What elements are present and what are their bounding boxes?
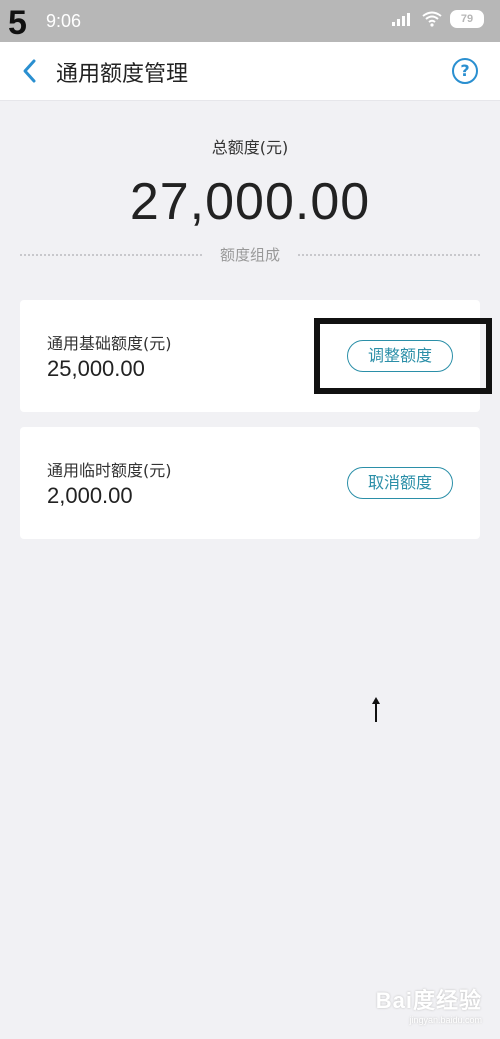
- app-header: 通用额度管理 ?: [0, 42, 500, 101]
- watermark-subtext: jingyan.baidu.com: [409, 1015, 482, 1025]
- watermark-text: Bai度经验: [375, 988, 482, 1013]
- pointer-arrow-icon: [372, 697, 380, 722]
- wifi-icon: [422, 11, 442, 27]
- status-time: 9:06: [46, 11, 82, 31]
- base-quota-label: 通用基础额度(元): [47, 334, 172, 353]
- divider-line-right: [298, 254, 480, 256]
- base-quota-value: 25,000.00: [47, 356, 145, 381]
- cancel-quota-button[interactable]: 取消额度: [347, 467, 453, 499]
- step-number-label: 5: [8, 4, 27, 42]
- help-circle-icon[interactable]: ?: [452, 58, 478, 84]
- total-quota-label: 总额度(元): [211, 138, 289, 157]
- baidu-watermark: Bai度经验 jingyan.baidu.com: [376, 983, 482, 1025]
- back-chevron-icon[interactable]: [18, 56, 42, 86]
- system-icons: 79: [392, 10, 484, 28]
- status-bar: 5 9:06 79: [0, 0, 500, 42]
- section-divider: 额度组成: [20, 244, 480, 264]
- battery-icon: 79: [450, 10, 484, 28]
- signal-icon: [392, 13, 410, 26]
- page-title: 通用额度管理: [56, 62, 189, 87]
- temporary-quota-value: 2,000.00: [47, 483, 133, 508]
- temporary-quota-label: 通用临时额度(元): [47, 461, 172, 480]
- temporary-quota-card: 通用临时额度(元) 2,000.00 取消额度: [20, 427, 480, 539]
- total-quota-value: 27,000.00: [129, 173, 371, 231]
- annotation-highlight-box: [314, 318, 492, 394]
